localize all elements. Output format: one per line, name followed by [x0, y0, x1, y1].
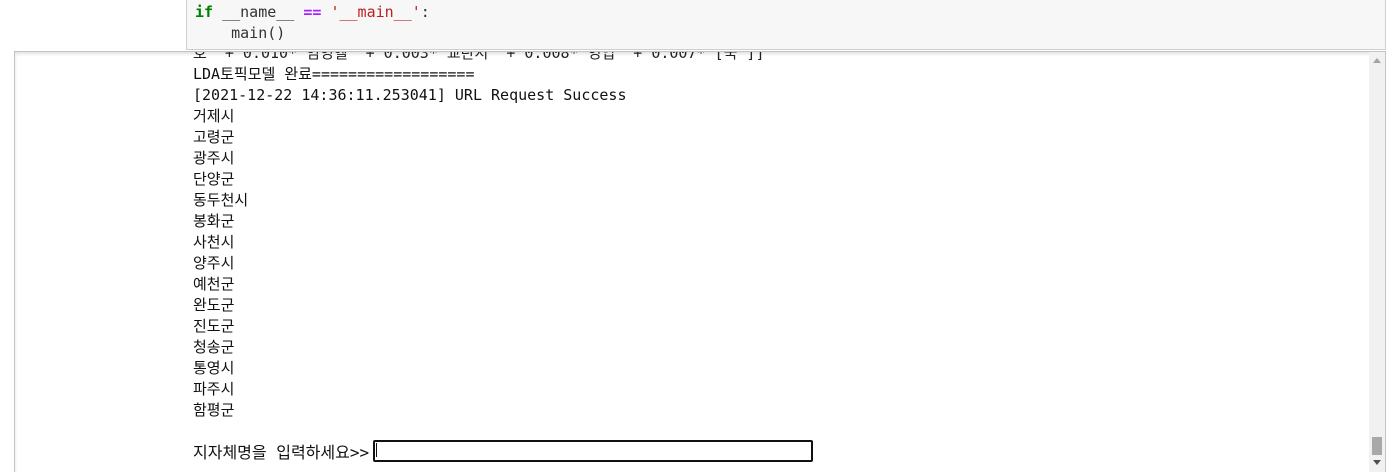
- colon: :: [420, 3, 430, 21]
- output-line: 예천군: [193, 275, 235, 293]
- output-line: [2021-12-22 14:36:11.253041] URL Request…: [193, 86, 627, 104]
- output-line: 단양군: [193, 170, 235, 188]
- output-area: 호 + 0.010* 임영헬 + 0.003* 교탄시 + 0.008* 영업 …: [14, 51, 1386, 472]
- output-line: 완도군: [193, 296, 235, 314]
- output-line: 고령군: [193, 128, 235, 146]
- input-prompt-row: 지자체명을 입력하세요>>: [193, 438, 814, 464]
- scroll-down-arrow-icon[interactable]: [1373, 460, 1381, 465]
- output-line: 봉화군: [193, 212, 235, 230]
- name-variable: __name__: [213, 3, 304, 21]
- input-wrapper: [371, 440, 814, 462]
- code-cell[interactable]: if __name__ == '__main__': main(): [186, 0, 1386, 50]
- code-line-2: main(): [195, 24, 286, 42]
- output-line: 거제시: [193, 107, 235, 125]
- output-line: 파주시: [193, 380, 235, 398]
- output-line: 동두천시: [193, 191, 249, 209]
- output-lines: LDA토픽모델 완료================== [2021-12-22 …: [193, 64, 1343, 421]
- output-line: 사천시: [193, 233, 235, 251]
- keyword-if: if: [195, 3, 214, 21]
- output-line: 청송군: [193, 338, 235, 356]
- output-line: 양주시: [193, 254, 235, 272]
- text-caret: [376, 443, 378, 457]
- code-line-1: if __name__ == '__main__':: [195, 2, 430, 22]
- scroll-thumb[interactable]: [1372, 437, 1382, 455]
- notebook-page: if __name__ == '__main__': main() 호 + 0.…: [0, 0, 1388, 472]
- input-prompt-label: 지자체명을 입력하세요>>: [193, 443, 370, 462]
- output-text: 호 + 0.010* 임영헬 + 0.003* 교탄시 + 0.008* 영업 …: [193, 51, 1343, 421]
- output-scrollbar[interactable]: [1369, 52, 1385, 472]
- output-line: 통영시: [193, 359, 235, 377]
- municipality-input[interactable]: [373, 440, 814, 462]
- output-line: 함평군: [193, 401, 235, 419]
- output-line: 광주시: [193, 149, 235, 167]
- main-string: '__main__': [330, 3, 421, 21]
- clipped-output-line: 호 + 0.010* 임영헬 + 0.003* 교탄시 + 0.008* 영업 …: [193, 51, 765, 62]
- output-line: 진도군: [193, 317, 235, 335]
- scroll-up-arrow-icon[interactable]: [1373, 58, 1381, 63]
- equality-operator: ==: [303, 3, 322, 21]
- output-line: LDA토픽모델 완료==================: [193, 65, 475, 83]
